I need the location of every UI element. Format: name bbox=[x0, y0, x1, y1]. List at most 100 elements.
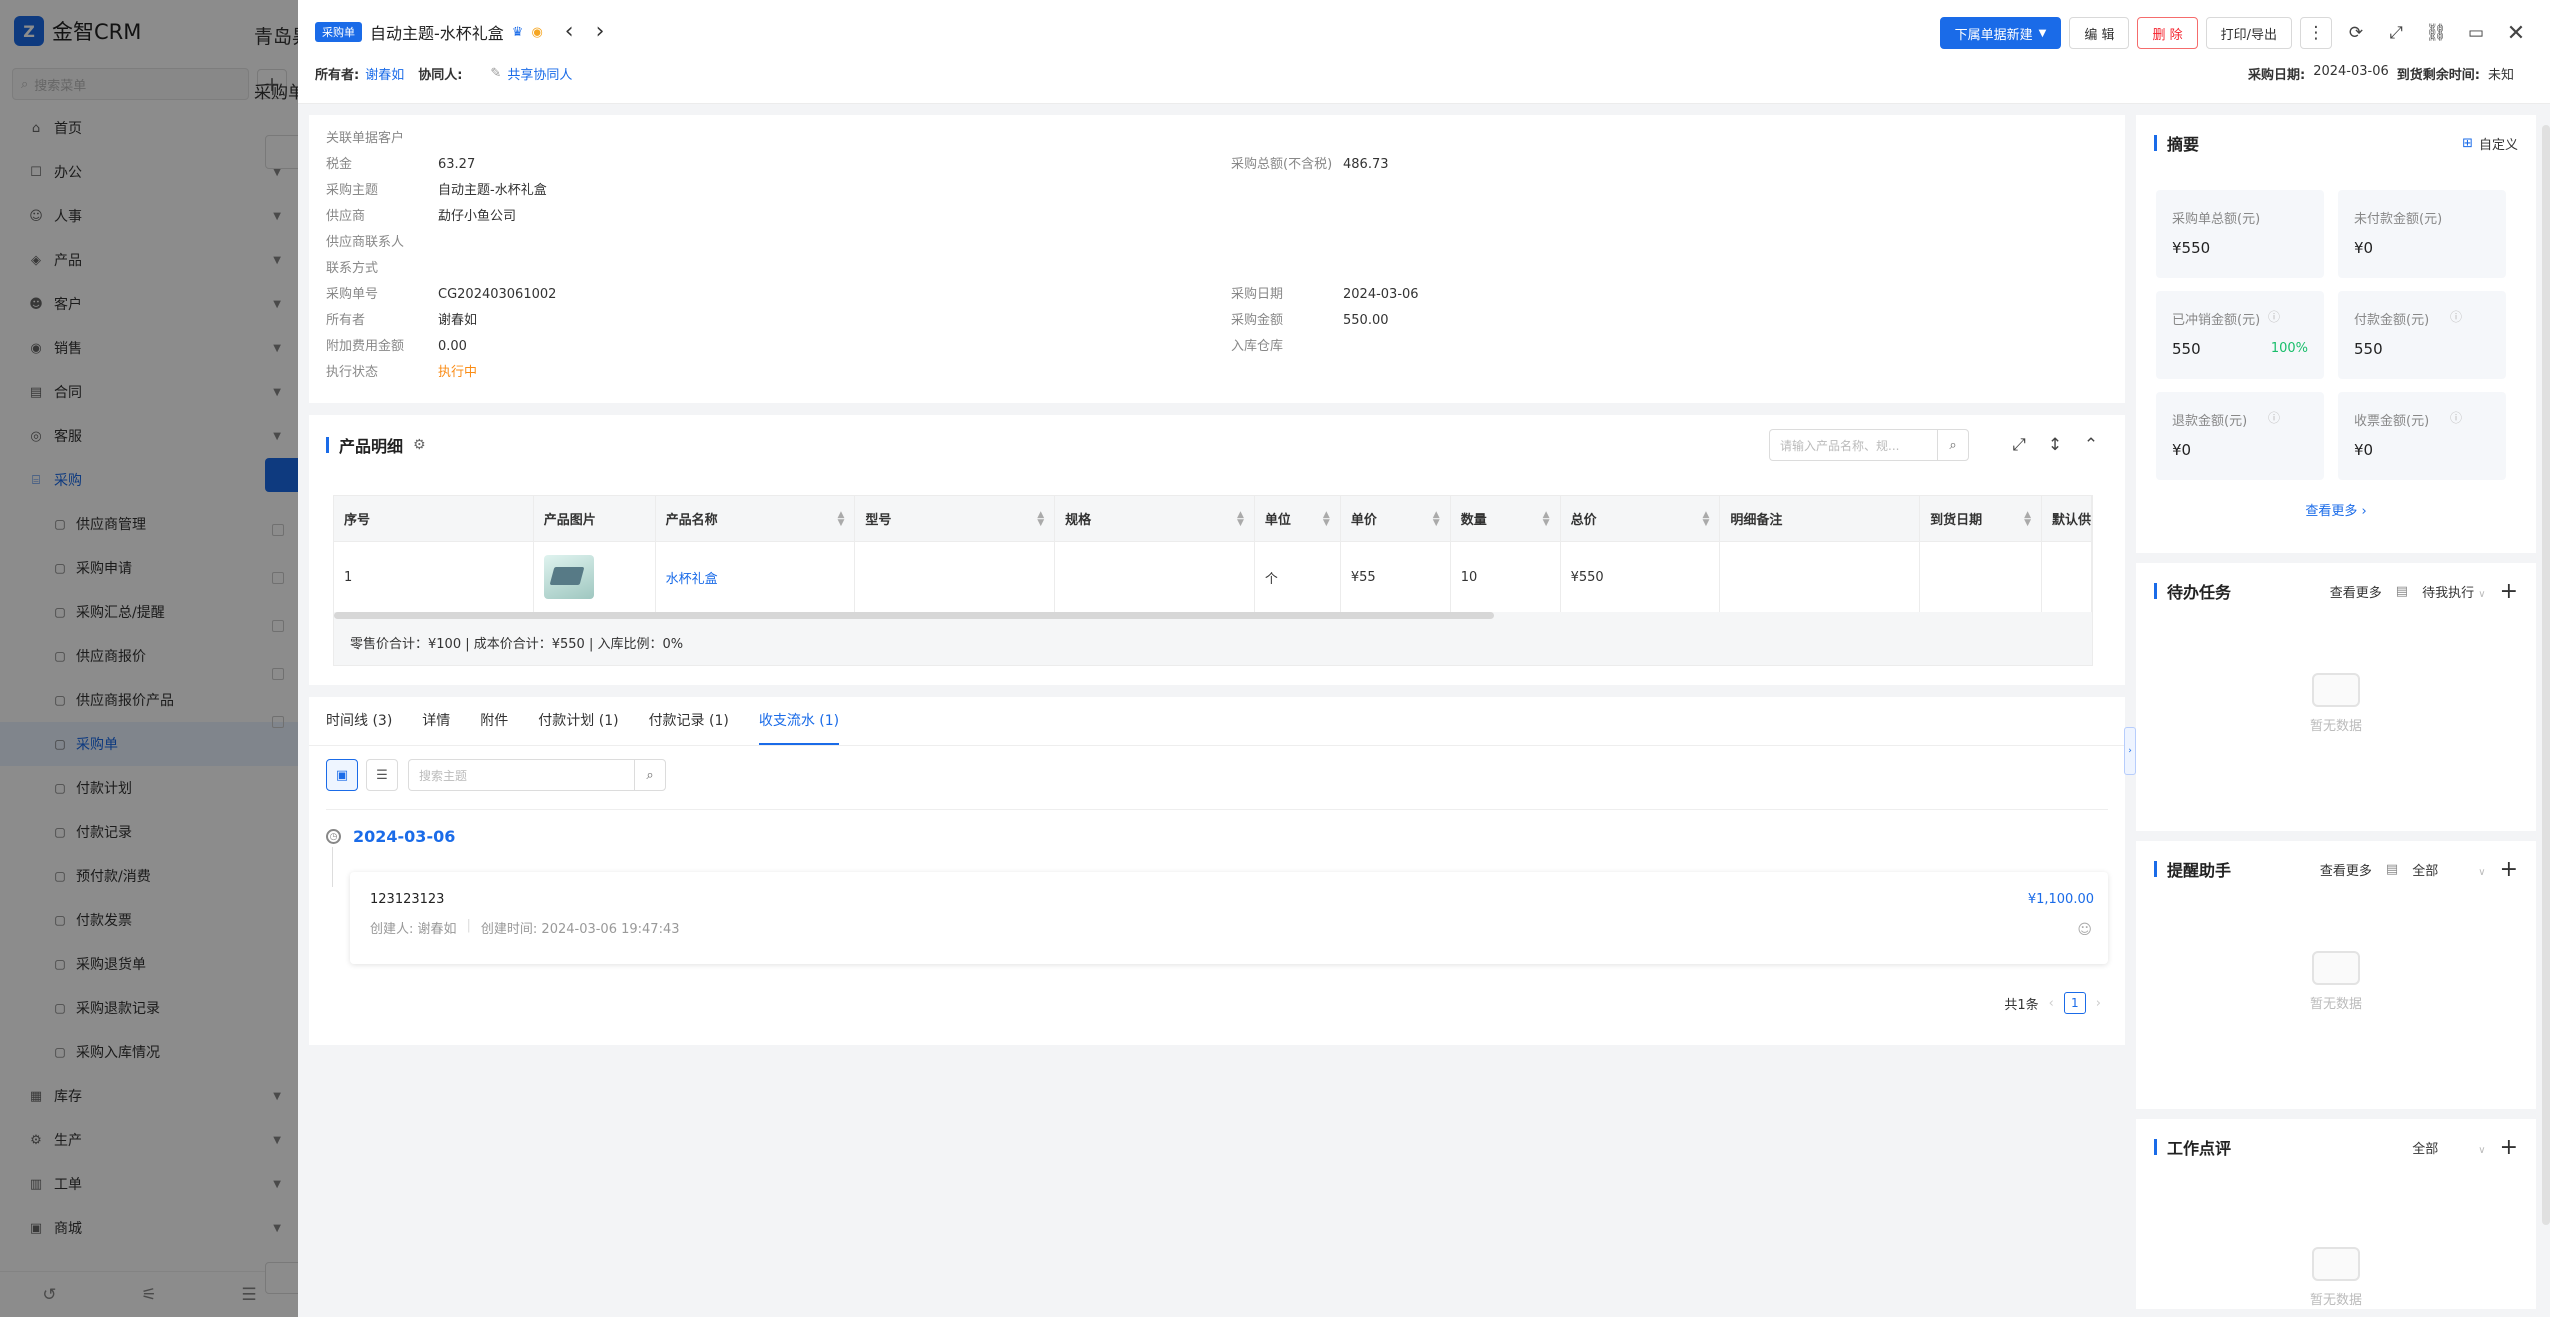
add-todo-icon[interactable]: + bbox=[2500, 579, 2518, 604]
column-header[interactable]: 规格 ▲ ▼ bbox=[1055, 496, 1255, 541]
table-cell[interactable]: 水杯礼盒 bbox=[656, 542, 856, 612]
column-header[interactable]: 默认供应 bbox=[2042, 496, 2092, 541]
prev-page-icon[interactable]: ‹ bbox=[2049, 996, 2054, 1011]
column-header[interactable]: 单位 ▲ ▼ bbox=[1255, 496, 1341, 541]
emoji-icon[interactable]: ☺ bbox=[2077, 922, 2092, 938]
column-header[interactable]: 产品图片 bbox=[534, 496, 656, 541]
remain-label: 到货剩余时间: bbox=[2396, 68, 2480, 83]
collapse-panel-handle[interactable]: › bbox=[2124, 727, 2136, 775]
add-review-icon[interactable]: + bbox=[2500, 1135, 2518, 1160]
stat-value: ¥0 bbox=[2354, 441, 2374, 459]
share-collab-link[interactable]: 共享协同人 bbox=[507, 64, 572, 83]
scrollbar-thumb[interactable] bbox=[334, 612, 1494, 619]
calendar-icon[interactable]: ▤ bbox=[2396, 584, 2408, 599]
column-header[interactable]: 序号 bbox=[334, 496, 534, 541]
sort-icon[interactable]: ▲ ▼ bbox=[837, 510, 844, 527]
table-scrollbar[interactable] bbox=[334, 612, 2092, 619]
sort-icon[interactable]: ▲ ▼ bbox=[1543, 510, 1550, 527]
tab-item[interactable]: 时间线 (3) bbox=[326, 697, 392, 745]
add-reminder-icon[interactable]: + bbox=[2500, 857, 2518, 882]
row-height-icon[interactable]: ↕ bbox=[2039, 429, 2071, 461]
info-field-value[interactable]: 勐仔小鱼公司 bbox=[438, 209, 516, 224]
todo-filter-select[interactable]: 待我执行 ∨ bbox=[2422, 582, 2485, 601]
info-field-value: 63.27 bbox=[438, 157, 476, 172]
product-search-input[interactable]: 请输入产品名称、规... bbox=[1769, 429, 1937, 461]
todo-more-link[interactable]: 查看更多 bbox=[2330, 582, 2382, 601]
flow-entry-amount: ¥1,100.00 bbox=[2027, 892, 2094, 907]
reminder-card: 提醒助手 查看更多 ▤ 全部 ∨ + 暂无数据 bbox=[2136, 841, 2536, 1109]
sort-icon[interactable]: ▲ ▼ bbox=[1323, 510, 1330, 527]
print-export-button[interactable]: 打印/导出 bbox=[2205, 17, 2292, 49]
help-icon[interactable]: ⓘ bbox=[2268, 409, 2280, 426]
next-page-icon[interactable]: › bbox=[2096, 996, 2101, 1011]
column-header[interactable]: 数量 ▲ ▼ bbox=[1451, 496, 1561, 541]
column-header[interactable]: 明细备注 bbox=[1720, 496, 1921, 541]
info-field: 附加费用金额 0.00 bbox=[326, 335, 467, 354]
edit-button[interactable]: 编 辑 bbox=[2069, 17, 2130, 49]
toolbar-divider bbox=[326, 809, 2108, 810]
collapse-section-icon[interactable]: ⌃ bbox=[2075, 429, 2107, 461]
product-image[interactable] bbox=[543, 555, 594, 599]
next-record-button[interactable]: › bbox=[596, 21, 605, 43]
sort-icon[interactable]: ▲ ▼ bbox=[2024, 510, 2031, 527]
column-header-label: 产品名称 bbox=[665, 513, 718, 528]
tab-item[interactable]: 详情 bbox=[422, 697, 450, 745]
close-icon[interactable]: ✕ bbox=[2500, 17, 2532, 49]
empty-box-icon bbox=[2312, 951, 2360, 985]
owner-link[interactable]: 谢春如 bbox=[365, 64, 404, 83]
sort-icon[interactable]: ▲ ▼ bbox=[1702, 510, 1709, 527]
sort-icon[interactable]: ▲ ▼ bbox=[1037, 510, 1044, 527]
fullscreen-icon[interactable]: ⤢ bbox=[2380, 17, 2412, 49]
customize-button[interactable]: ⊞ 自定义 bbox=[2462, 134, 2518, 153]
flow-search-input[interactable]: 搜索主题 bbox=[408, 759, 634, 791]
prev-record-button[interactable]: ‹ bbox=[565, 21, 574, 43]
reminder-more-link[interactable]: 查看更多 bbox=[2320, 860, 2372, 879]
info-field-value: 486.73 bbox=[1343, 157, 1389, 172]
delete-button[interactable]: 删 除 bbox=[2137, 17, 2198, 49]
flow-entry-card[interactable]: 123123123 ¥1,100.00 创建人: 谢春如 | 创建时间: 202… bbox=[350, 872, 2108, 964]
tab-item[interactable]: 附件 bbox=[480, 697, 508, 745]
new-sub-document-button[interactable]: 下属单据新建 ▼ bbox=[1939, 17, 2062, 49]
purchase-date-value: 2024-03-06 bbox=[2313, 64, 2389, 79]
chevron-down-icon: ∨ bbox=[2478, 1144, 2486, 1156]
sort-icon[interactable]: ▲ ▼ bbox=[1433, 510, 1440, 527]
summary-more-link[interactable]: 查看更多 › bbox=[2136, 500, 2536, 519]
stat-value: ¥550 bbox=[2172, 239, 2211, 257]
link-icon[interactable]: ⛓ bbox=[2420, 17, 2452, 49]
table-cell bbox=[1720, 542, 1921, 612]
more-icon[interactable]: ⋮ bbox=[2300, 17, 2332, 49]
gear-icon[interactable]: ⚙ bbox=[413, 437, 426, 453]
calendar-icon[interactable]: ▤ bbox=[2386, 862, 2398, 877]
column-header[interactable]: 到货日期 ▲ ▼ bbox=[1920, 496, 2043, 541]
help-icon[interactable]: ⓘ bbox=[2268, 308, 2280, 325]
layout-icon[interactable]: ▭ bbox=[2460, 17, 2492, 49]
list-view-icon[interactable]: ☰ bbox=[366, 759, 398, 791]
stat-value: ¥0 bbox=[2172, 441, 2192, 459]
tab-item[interactable]: 付款计划 (1) bbox=[538, 697, 618, 745]
follow-icon[interactable]: ◉ bbox=[531, 25, 542, 40]
search-icon[interactable]: ⌕ bbox=[1937, 429, 1969, 461]
expand-table-icon[interactable]: ⤢ bbox=[2003, 429, 2035, 461]
card-view-icon[interactable]: ▣ bbox=[326, 759, 358, 791]
help-icon[interactable]: ⓘ bbox=[2450, 409, 2462, 426]
tab-item[interactable]: 收支流水 (1) bbox=[758, 697, 840, 745]
reminder-empty: 暂无数据 bbox=[2136, 951, 2536, 1012]
drawer-scrollbar[interactable] bbox=[2542, 125, 2550, 1225]
review-card: 工作点评 全部 ∨ + 暂无数据 bbox=[2136, 1119, 2536, 1309]
chevron-down-icon: ▼ bbox=[2038, 27, 2047, 39]
search-icon[interactable]: ⌕ bbox=[634, 759, 666, 791]
stat-label: 付款金额(元) bbox=[2354, 313, 2430, 328]
sort-icon[interactable]: ▲ ▼ bbox=[1237, 510, 1244, 527]
page-number[interactable]: 1 bbox=[2063, 992, 2086, 1014]
refresh-icon[interactable]: ⟳ bbox=[2340, 17, 2372, 49]
chevron-down-icon: ∨ bbox=[2478, 588, 2486, 600]
info-field: 执行状态 执行中 bbox=[326, 361, 477, 380]
column-header[interactable]: 单价 ▲ ▼ bbox=[1341, 496, 1451, 541]
reminder-filter-select[interactable]: 全部 ∨ bbox=[2412, 860, 2485, 879]
column-header[interactable]: 总价 ▲ ▼ bbox=[1561, 496, 1721, 541]
tab-item[interactable]: 付款记录 (1) bbox=[649, 697, 729, 745]
column-header[interactable]: 产品名称 ▲ ▼ bbox=[656, 496, 856, 541]
help-icon[interactable]: ⓘ bbox=[2450, 308, 2462, 325]
review-filter-select[interactable]: 全部 ∨ bbox=[2412, 1138, 2485, 1157]
column-header[interactable]: 型号 ▲ ▼ bbox=[855, 496, 1056, 541]
